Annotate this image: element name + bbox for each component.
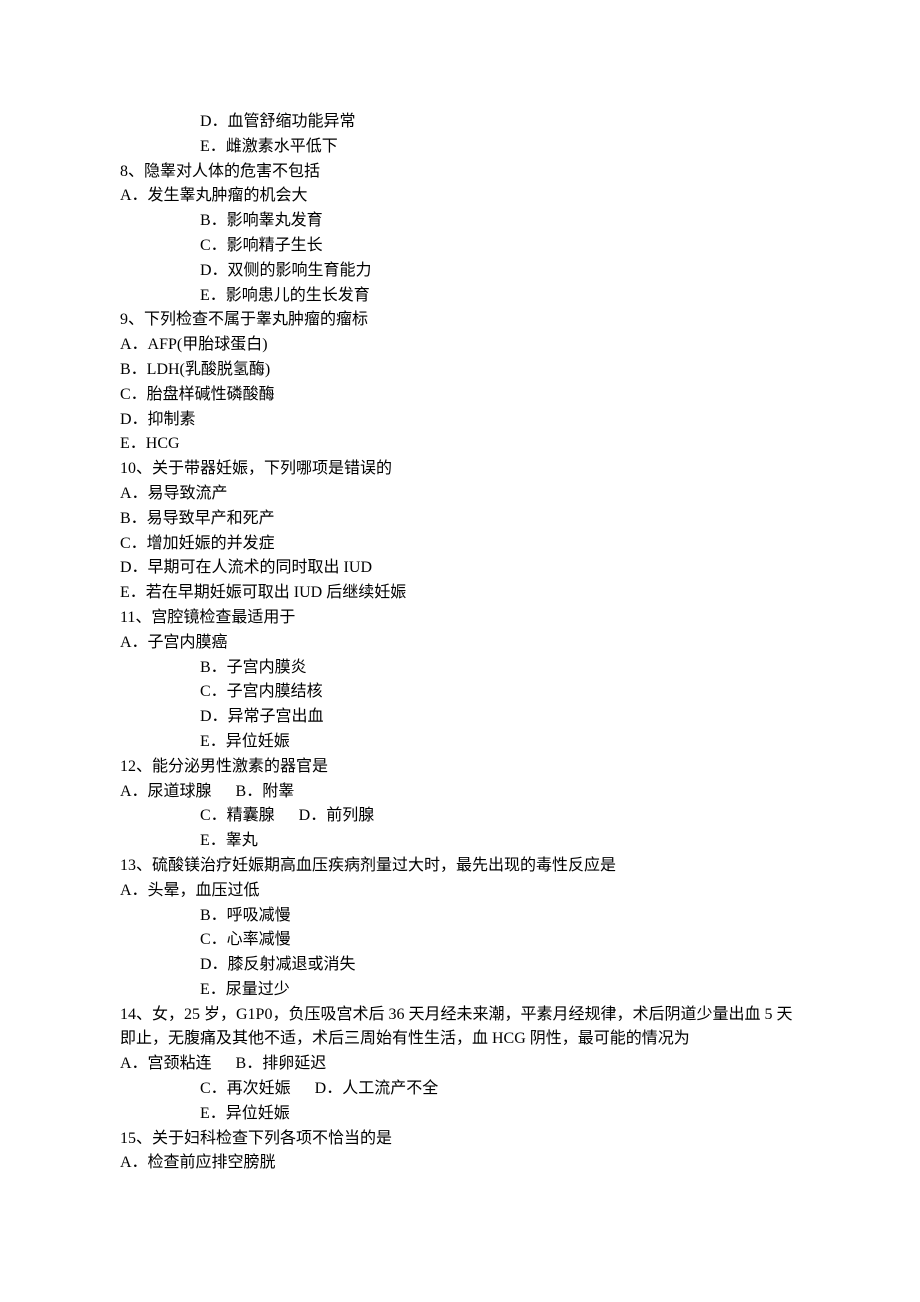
text-line: D．抑制素: [120, 408, 800, 433]
text-line: A．易导致流产: [120, 482, 800, 507]
text-line: A．宫颈粘连 B．排卵延迟: [120, 1052, 800, 1077]
text-line: E．异位妊娠: [120, 1102, 800, 1127]
text-line: C．子宫内膜结核: [120, 680, 800, 705]
text-line: B．易导致早产和死产: [120, 507, 800, 532]
text-line: 14、女，25 岁，G1P0，负压吸宫术后 36 天月经未来潮，平素月经规律，术…: [120, 1003, 800, 1053]
text-line: A．检查前应排空膀胱: [120, 1151, 800, 1176]
text-line: D．双侧的影响生育能力: [120, 259, 800, 284]
text-line: A．头晕，血压过低: [120, 879, 800, 904]
text-line: A．子宫内膜癌: [120, 631, 800, 656]
text-line: C．影响精子生长: [120, 234, 800, 259]
text-line: A．AFP(甲胎球蛋白): [120, 333, 800, 358]
text-line: D．异常子宫出血: [120, 705, 800, 730]
text-line: 12、能分泌男性激素的器官是: [120, 755, 800, 780]
text-line: C．再次妊娠 D．人工流产不全: [120, 1077, 800, 1102]
text-line: E．影响患儿的生长发育: [120, 284, 800, 309]
text-line: D．血管舒缩功能异常: [120, 110, 800, 135]
text-line: B．呼吸减慢: [120, 904, 800, 929]
text-line: C．增加妊娠的并发症: [120, 532, 800, 557]
text-line: E．若在早期妊娠可取出 IUD 后继续妊娠: [120, 581, 800, 606]
text-line: 11、宫腔镜检查最适用于: [120, 606, 800, 631]
text-line: C．精囊腺 D．前列腺: [120, 804, 800, 829]
text-line: B．LDH(乳酸脱氢酶): [120, 358, 800, 383]
text-line: 8、隐睾对人体的危害不包括: [120, 160, 800, 185]
text-line: E．睾丸: [120, 829, 800, 854]
text-line: 15、关于妇科检查下列各项不恰当的是: [120, 1127, 800, 1152]
text-line: C．心率减慢: [120, 928, 800, 953]
text-line: 10、关于带器妊娠，下列哪项是错误的: [120, 457, 800, 482]
text-line: C．胎盘样碱性磷酸酶: [120, 383, 800, 408]
text-line: A．尿道球腺 B．附睾: [120, 780, 800, 805]
text-line: A．发生睾丸肿瘤的机会大: [120, 184, 800, 209]
text-line: E．HCG: [120, 432, 800, 457]
text-line: E．雌激素水平低下: [120, 135, 800, 160]
text-line: B．子宫内膜炎: [120, 656, 800, 681]
text-line: E．尿量过少: [120, 978, 800, 1003]
text-line: 13、硫酸镁治疗妊娠期高血压疾病剂量过大时，最先出现的毒性反应是: [120, 854, 800, 879]
document-body: D．血管舒缩功能异常E．雌激素水平低下8、隐睾对人体的危害不包括A．发生睾丸肿瘤…: [120, 110, 800, 1176]
text-line: D．膝反射减退或消失: [120, 953, 800, 978]
document-page: D．血管舒缩功能异常E．雌激素水平低下8、隐睾对人体的危害不包括A．发生睾丸肿瘤…: [0, 0, 920, 1302]
text-line: E．异位妊娠: [120, 730, 800, 755]
text-line: B．影响睾丸发育: [120, 209, 800, 234]
text-line: 9、下列检查不属于睾丸肿瘤的瘤标: [120, 308, 800, 333]
text-line: D．早期可在人流术的同时取出 IUD: [120, 556, 800, 581]
